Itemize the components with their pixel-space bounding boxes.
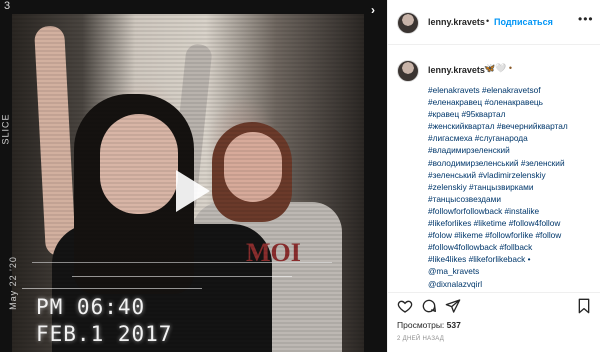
post-side-panel: lenny.kravets • Подписаться ••• lenny.kr… (387, 0, 600, 352)
vhs-side-label: SLICE (0, 113, 11, 145)
corner-label: 3 (3, 0, 11, 12)
hashtag-line[interactable]: #танцысозвездами (428, 193, 596, 205)
hashtag-list: #elenakravets #elenakravetsof #еленакрав… (428, 84, 596, 290)
comment-icon[interactable] (421, 298, 437, 314)
bookmark-icon[interactable] (576, 298, 592, 314)
views-count[interactable]: Просмотры: 537 (397, 320, 461, 330)
next-arrow-icon[interactable]: › (371, 3, 375, 17)
caption-avatar[interactable] (397, 60, 419, 82)
views-number: 537 (446, 320, 461, 330)
views-label: Просмотры: (397, 320, 445, 330)
hashtag-line[interactable]: #likeforlikes #liketime #follow4follow (428, 217, 596, 229)
separator-dot: • (486, 16, 490, 26)
share-icon[interactable] (445, 298, 461, 314)
hashtag-line[interactable]: #еленакравец #оленакравець (428, 96, 596, 108)
vhs-time-stamp: PM 06:40 (36, 295, 146, 319)
hashtag-line[interactable]: #followforfollowback #instalike (428, 205, 596, 217)
post-caption: lenny.kravets 🦋🤍 • #elenakravets #elenak… (388, 54, 600, 290)
hashtag-line[interactable]: #зеленський #vladimirzelenskiy (428, 169, 596, 181)
header-username[interactable]: lenny.kravets (428, 17, 485, 27)
more-options-icon[interactable]: ••• (578, 12, 594, 26)
sweater-print: MOI (246, 238, 301, 267)
post-media[interactable]: MOI 3 SLICE May 22 '20 PM 06:40 FEB.1 20… (0, 0, 387, 352)
vhs-side-date: May 22 '20 (7, 256, 18, 310)
hashtag-line[interactable]: #like4likes #likeforlikeback • (428, 253, 596, 265)
mention-line[interactable]: @ma_kravets (428, 265, 596, 277)
hashtag-line[interactable]: #zelenskiy #танцызвирками (428, 181, 596, 193)
play-icon[interactable] (176, 170, 210, 212)
heart-icon[interactable] (397, 298, 413, 314)
hashtag-line[interactable]: #володимирзеленський #зеленский (428, 157, 596, 169)
hashtag-line[interactable]: #владимирзеленский (428, 144, 596, 156)
caption-username[interactable]: lenny.kravets (428, 65, 485, 75)
hashtag-line[interactable]: #follow4followback #follback (428, 241, 596, 253)
post-header: lenny.kravets • Подписаться ••• (388, 0, 600, 45)
avatar[interactable] (397, 12, 419, 34)
vhs-date-stamp: FEB.1 2017 (36, 322, 173, 346)
hashtag-line[interactable]: #elenakravets #elenakravetsof (428, 84, 596, 96)
follow-button[interactable]: Подписаться (494, 17, 553, 27)
hashtag-line[interactable]: #folow #likeme #followforlike #follow (428, 229, 596, 241)
hashtag-line[interactable]: #кравец #95квартал (428, 108, 596, 120)
action-bar (388, 292, 600, 319)
post-time-ago[interactable]: 2 ДНЕЙ НАЗАД (397, 336, 444, 342)
mention-line[interactable]: @dixnalazvqirl (428, 278, 596, 290)
hashtag-line[interactable]: #лигасмеха #слуганарода (428, 132, 596, 144)
hashtag-line[interactable]: #женскийквартал #вечернийквартал (428, 120, 596, 132)
caption-emoji: 🦋🤍 • (484, 63, 513, 73)
